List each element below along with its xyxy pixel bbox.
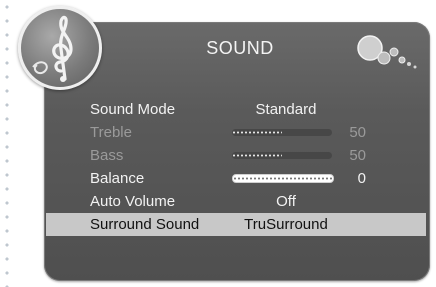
menu-item-value: TruSurround — [244, 216, 328, 233]
menu-item-balance[interactable]: Balance 0 — [46, 167, 426, 190]
slider-fill — [233, 175, 333, 182]
menu-item-label: Auto Volume — [90, 193, 176, 210]
menu-item-label: Surround Sound — [90, 216, 200, 233]
slider-fill — [232, 152, 282, 159]
dotted-divider — [4, 0, 10, 287]
menu-title: SOUND — [206, 38, 274, 58]
treble-slider[interactable] — [232, 129, 332, 136]
menu-item-label: Sound Mode — [90, 101, 176, 118]
bubbles-icon — [357, 35, 417, 69]
slider-fill — [232, 129, 282, 136]
menu-item-surround-sound[interactable]: Surround Sound TruSurround — [46, 213, 426, 236]
menu-item-value: 50 — [349, 124, 366, 141]
bass-slider[interactable] — [232, 152, 332, 159]
sound-menu: Sound Mode Standard Treble 50 Bass 50 Ba… — [46, 98, 426, 236]
menu-item-sound-mode[interactable]: Sound Mode Standard — [46, 98, 426, 121]
menu-item-label: Bass — [90, 147, 124, 164]
menu-item-bass[interactable]: Bass 50 — [46, 144, 426, 167]
balance-slider[interactable] — [232, 174, 334, 183]
treble-clef-icon — [18, 6, 102, 90]
menu-item-value: 50 — [349, 147, 366, 164]
menu-item-label: Treble — [90, 124, 132, 141]
menu-item-treble[interactable]: Treble 50 — [46, 121, 426, 144]
menu-item-auto-volume[interactable]: Auto Volume Off — [46, 190, 426, 213]
menu-item-value: Standard — [255, 101, 317, 118]
menu-item-value: Off — [276, 193, 296, 210]
menu-item-label: Balance — [90, 170, 145, 187]
menu-item-value: 0 — [357, 170, 366, 187]
